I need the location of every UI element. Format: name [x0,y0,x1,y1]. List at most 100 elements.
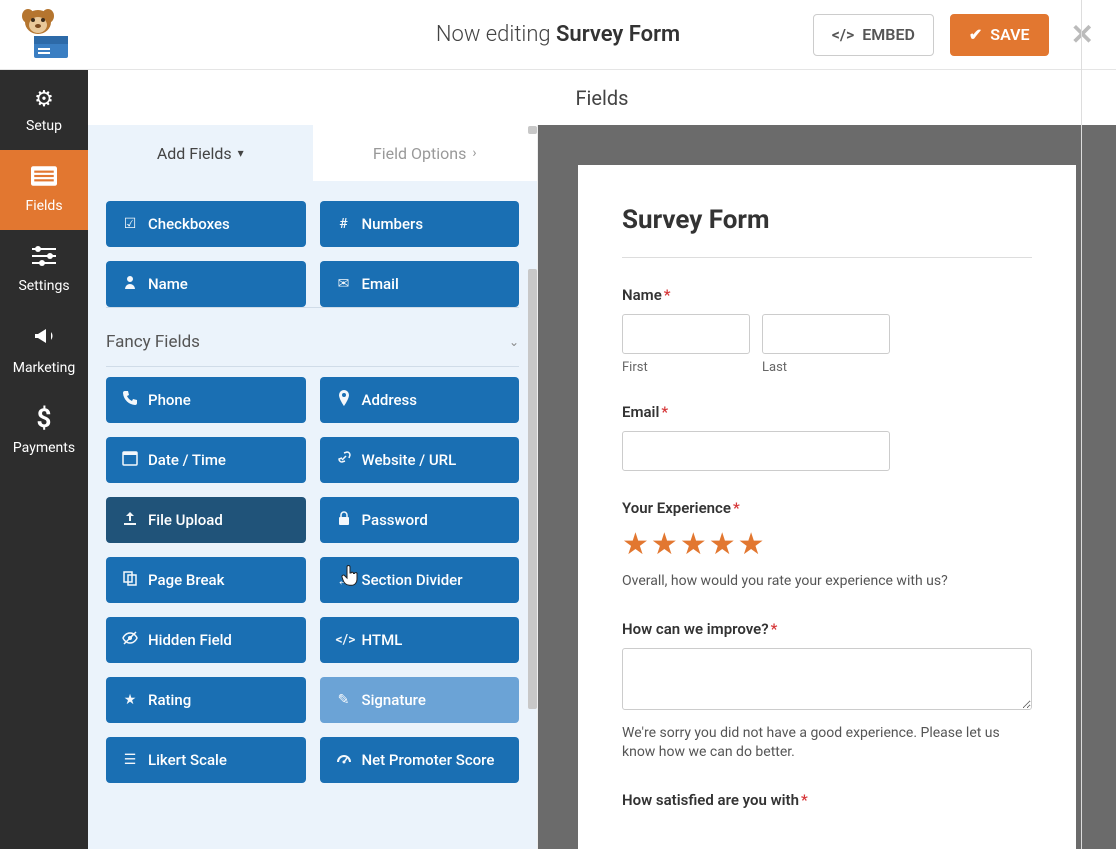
fields-scroll[interactable]: ☑ Checkboxes # Numbers Name ✉ Email [88,181,537,849]
required-asterisk: * [733,499,740,517]
form-title: Survey Form [622,205,1032,258]
form-field-satisfied[interactable]: How satisfied are you with* [622,791,1032,809]
sliders-icon [32,246,56,272]
fields-header: Fields [88,70,1116,125]
email-input[interactable] [622,431,890,471]
pencil-icon: ✎ [336,692,352,708]
nav-settings[interactable]: Settings [0,230,88,310]
nav-label: Fields [25,198,62,214]
form-field-email[interactable]: Email* [622,403,1032,471]
last-name-input[interactable] [762,314,890,354]
star-4[interactable]: ★ [709,527,736,562]
field-nps[interactable]: Net Promoter Score [320,737,520,783]
dollar-icon: $ [37,404,52,434]
field-label: Checkboxes [148,215,230,233]
field-password[interactable]: Password [320,497,520,543]
star-5[interactable]: ★ [738,527,765,562]
star-icon: ★ [122,692,138,708]
tab-field-options[interactable]: Field Options › [313,125,538,181]
tab-label: Field Options [373,144,466,163]
tab-label: Add Fields [157,144,232,163]
arrows-h-icon: ↔ [336,572,352,589]
fancy-fields-section[interactable]: Fancy Fields ⌄ [106,307,519,367]
field-label: Email* [622,403,1032,421]
nav-label: Payments [13,440,75,456]
link-icon [336,450,352,470]
hash-icon: # [336,216,352,232]
field-datetime[interactable]: Date / Time [106,437,306,483]
tab-add-fields[interactable]: Add Fields ▾ [88,125,313,181]
required-asterisk: * [771,620,778,638]
app-logo [16,8,76,62]
close-button[interactable]: ✕ [1065,18,1100,51]
field-section-divider[interactable]: ↔ Section Divider [320,557,520,603]
form-preview[interactable]: Survey Form Name* First Last [578,165,1076,849]
field-label: Likert Scale [148,751,227,769]
embed-icon: </> [832,25,855,44]
field-label: Hidden Field [148,631,232,649]
field-label: Name* [622,286,1032,304]
pin-icon [336,390,352,410]
calendar-icon [122,450,138,470]
chevron-right-icon: › [472,145,476,161]
form-field-experience[interactable]: Your Experience* ★ ★ ★ ★ ★ Overall, how … [622,499,1032,592]
field-email[interactable]: ✉ Email [320,261,520,307]
field-likert[interactable]: ☰ Likert Scale [106,737,306,783]
nav-marketing[interactable]: Marketing [0,310,88,390]
panel-scrollbar[interactable] [527,125,538,849]
improve-textarea[interactable] [622,648,1032,710]
nav-fields[interactable]: Fields [0,150,88,230]
scroll-thumb[interactable] [528,269,537,709]
nav-label: Settings [18,278,69,294]
gear-icon: ⚙ [34,87,54,112]
field-label: Address [362,391,418,409]
bullhorn-icon [32,324,56,354]
field-label: Phone [148,391,191,409]
field-html[interactable]: </> HTML [320,617,520,663]
required-asterisk: * [661,403,668,421]
nav-setup[interactable]: ⚙ Setup [0,70,88,150]
panel-tabs: Add Fields ▾ Field Options › [88,125,537,181]
star-3[interactable]: ★ [680,527,707,562]
embed-label: EMBED [862,25,915,44]
field-file-upload[interactable]: File Upload [106,497,306,543]
field-label: Email [362,275,399,293]
save-label: SAVE [990,25,1029,44]
field-label: Date / Time [148,451,226,469]
field-address[interactable]: Address [320,377,520,423]
field-rating[interactable]: ★ Rating [106,677,306,723]
field-name[interactable]: Name [106,261,306,307]
copy-icon [122,570,138,590]
form-field-name[interactable]: Name* First Last [622,286,1032,375]
star-1[interactable]: ★ [622,527,649,562]
help-text: We're sorry you did not have a good expe… [622,724,1032,763]
field-hidden[interactable]: Hidden Field [106,617,306,663]
field-page-break[interactable]: Page Break [106,557,306,603]
field-label: Password [362,511,428,529]
topbar: Now editing Survey Form </> EMBED ✔ SAVE… [0,0,1116,70]
field-label: Signature [362,691,426,709]
form-field-improve[interactable]: How can we improve?* We're sorry you did… [622,620,1032,763]
nav-payments[interactable]: $ Payments [0,390,88,470]
rating-stars[interactable]: ★ ★ ★ ★ ★ [622,527,1032,562]
gauge-icon [336,750,352,770]
field-label: Website / URL [362,451,457,469]
help-text: Overall, how would you rate your experie… [622,572,1032,592]
field-signature[interactable]: ✎ Signature [320,677,520,723]
nav-label: Setup [26,118,62,134]
first-name-input[interactable] [622,314,750,354]
scroll-arrow-up[interactable] [528,126,537,134]
field-label: Your Experience* [622,499,1032,517]
form-name: Survey Form [556,22,680,47]
field-website[interactable]: Website / URL [320,437,520,483]
embed-button[interactable]: </> EMBED [813,14,934,56]
now-editing-title: Now editing Survey Form [436,22,680,47]
field-checkboxes[interactable]: ☑ Checkboxes [106,201,306,247]
save-button[interactable]: ✔ SAVE [950,14,1049,56]
field-phone[interactable]: Phone [106,377,306,423]
lock-icon [336,510,352,530]
required-asterisk: * [801,791,808,809]
field-label: Section Divider [362,571,463,589]
star-2[interactable]: ★ [651,527,678,562]
field-numbers[interactable]: # Numbers [320,201,520,247]
